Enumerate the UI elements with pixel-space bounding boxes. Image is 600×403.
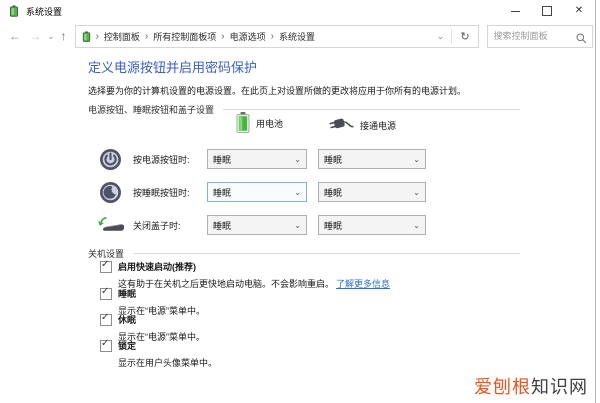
power-button-on-battery-select[interactable]: 睡眠 ⌄ bbox=[207, 149, 307, 169]
close-lid-on-battery-select[interactable]: 睡眠 ⌄ bbox=[207, 215, 307, 235]
battery-icon bbox=[236, 112, 250, 135]
breadcrumb-separator-icon: › bbox=[144, 30, 149, 42]
up-button[interactable]: ↑ bbox=[57, 30, 71, 42]
row-power-button: 按电源按钮时: 睡眠 ⌄ 睡眠 ⌄ bbox=[88, 146, 520, 172]
checkmark-icon: ✓ bbox=[101, 259, 110, 270]
refresh-icon[interactable]: ↻ bbox=[452, 30, 477, 43]
section-rule bbox=[223, 109, 520, 110]
column-header-on-battery: 用电池 bbox=[236, 112, 283, 135]
hibernate-checkbox[interactable]: ✓ bbox=[100, 312, 112, 326]
breadcrumb-control-panel[interactable]: 控制面板 bbox=[103, 28, 141, 45]
address-bar[interactable]: › 控制面板 › 所有控制面板项 › 电源选项 › 系统设置 ⌄ ↻ bbox=[74, 24, 479, 48]
column-label-plugged-in: 接通电源 bbox=[360, 120, 397, 131]
back-button[interactable]: ← bbox=[5, 30, 25, 42]
window-title: 系统设置 bbox=[26, 6, 63, 17]
column-header-plugged-in: 接通电源 bbox=[328, 116, 396, 134]
lock-checkbox[interactable]: ✓ bbox=[100, 338, 112, 352]
chevron-down-icon: ⌄ bbox=[413, 154, 420, 164]
system-settings-window: 系统设置 ✕ ← → ⌄ ↑ › 控制面板 › 所有控制面板项 › 电源选项 ›… bbox=[0, 0, 596, 403]
row-label-sleep-button: 按睡眠按钮时: bbox=[133, 187, 190, 198]
plug-icon bbox=[328, 116, 354, 134]
history-dropdown-icon[interactable]: ⌄ bbox=[45, 31, 57, 41]
checkmark-icon: ✓ bbox=[101, 286, 110, 297]
breadcrumb-separator-icon: › bbox=[270, 30, 274, 42]
power-button-icon bbox=[88, 148, 133, 171]
breadcrumb-app-icon bbox=[81, 30, 92, 42]
breadcrumb: › 控制面板 › 所有控制面板项 › 电源选项 › 系统设置 bbox=[92, 28, 430, 45]
checkbox-item-fast-startup: ✓ 启用快速启动(推荐) 这有助于在关机之后更快地启动电脑。不会影响重启。 了解更… bbox=[100, 259, 390, 290]
search-icon[interactable] bbox=[575, 31, 587, 49]
sleep-button-on-battery-select[interactable]: 睡眠 ⌄ bbox=[207, 182, 307, 202]
lock-description: 显示在用户头像菜单中。 bbox=[118, 358, 218, 368]
page-title: 定义电源按钮并启用密码保护 bbox=[88, 60, 258, 75]
fast-startup-checkbox[interactable]: ✓ bbox=[100, 259, 112, 273]
watermark-rest: 知识网 bbox=[531, 377, 588, 397]
checkmark-icon: ✓ bbox=[101, 338, 110, 349]
chevron-down-icon: ⌄ bbox=[294, 154, 301, 164]
watermark-highlight: 爱刨根 bbox=[474, 377, 531, 397]
site-watermark: 爱刨根知识网 bbox=[474, 373, 588, 399]
minimize-button[interactable] bbox=[499, 0, 531, 22]
navigation-bar: ← → ⌄ ↑ › 控制面板 › 所有控制面板项 › 电源选项 › 系统设置 ⌄… bbox=[0, 22, 595, 50]
fast-startup-label[interactable]: 启用快速启动(推荐) bbox=[118, 260, 390, 273]
power-button-plugged-in-select[interactable]: 睡眠 ⌄ bbox=[318, 149, 426, 169]
checkmark-icon: ✓ bbox=[101, 312, 110, 323]
chevron-down-icon: ⌄ bbox=[413, 220, 420, 230]
row-sleep-button: 按睡眠按钮时: 睡眠 ⌄ 睡眠 ⌄ bbox=[88, 179, 520, 205]
search-input[interactable] bbox=[487, 26, 574, 45]
lock-label[interactable]: 锁定 bbox=[118, 339, 217, 352]
minimize-icon bbox=[510, 10, 520, 12]
title-bar: 系统设置 ✕ bbox=[0, 0, 595, 22]
section-shutdown-settings: 关机设置 bbox=[88, 247, 520, 260]
close-lid-plugged-in-select[interactable]: 睡眠 ⌄ bbox=[318, 215, 426, 235]
column-label-on-battery: 用电池 bbox=[256, 119, 284, 129]
checkbox-item-lock: ✓ 锁定 显示在用户头像菜单中。 bbox=[100, 338, 218, 369]
sleep-button-plugged-in-select[interactable]: 睡眠 ⌄ bbox=[318, 182, 426, 202]
selected-value: 睡眠 bbox=[213, 154, 232, 165]
selected-value: 睡眠 bbox=[324, 220, 343, 231]
breadcrumb-separator-icon: › bbox=[221, 30, 225, 42]
section-buttons-and-lid-label: 电源按钮、睡眠按钮和盖子设置 bbox=[88, 105, 215, 115]
sleep-label[interactable]: 睡眠 bbox=[118, 287, 205, 300]
row-close-lid: 关闭盖子时: 睡眠 ⌄ 睡眠 ⌄ bbox=[88, 212, 520, 238]
laptop-lid-icon bbox=[88, 215, 133, 236]
power-options-app-icon bbox=[8, 5, 20, 17]
maximize-button[interactable] bbox=[531, 0, 563, 22]
address-dropdown-icon[interactable]: ⌄ bbox=[430, 31, 452, 42]
close-button[interactable]: ✕ bbox=[563, 0, 595, 22]
chevron-down-icon: ⌄ bbox=[294, 187, 301, 197]
breadcrumb-system-settings[interactable]: 系统设置 bbox=[278, 28, 316, 45]
sleep-button-icon bbox=[88, 181, 133, 204]
selected-value: 睡眠 bbox=[324, 187, 343, 198]
section-buttons-and-lid: 电源按钮、睡眠按钮和盖子设置 bbox=[88, 103, 520, 116]
chevron-down-icon: ⌄ bbox=[294, 220, 301, 230]
learn-more-link[interactable]: 了解更多信息 bbox=[336, 279, 390, 289]
selected-value: 睡眠 bbox=[213, 220, 232, 231]
search-box[interactable] bbox=[486, 24, 593, 49]
close-icon: ✕ bbox=[574, 5, 584, 16]
sleep-checkbox[interactable]: ✓ bbox=[100, 286, 112, 300]
forward-button[interactable]: → bbox=[25, 30, 45, 42]
breadcrumb-power-options[interactable]: 电源选项 bbox=[229, 28, 267, 45]
section-rule bbox=[133, 253, 520, 254]
maximize-icon bbox=[542, 6, 552, 16]
page-content: 定义电源按钮并启用密码保护 选择要为你的计算机设置的电源设置。在此页上对设置所做… bbox=[0, 50, 595, 403]
hibernate-label[interactable]: 休眠 bbox=[118, 313, 205, 326]
selected-value: 睡眠 bbox=[324, 154, 343, 165]
breadcrumb-separator-icon: › bbox=[95, 30, 99, 42]
row-label-close-lid: 关闭盖子时: bbox=[133, 220, 181, 231]
breadcrumb-all-items[interactable]: 所有控制面板项 bbox=[152, 28, 217, 45]
page-description: 选择要为你的计算机设置的电源设置。在此页上对设置所做的更改将应用于你所有的电源计… bbox=[88, 86, 467, 96]
selected-value: 睡眠 bbox=[213, 187, 232, 198]
row-label-power-button: 按电源按钮时: bbox=[133, 154, 190, 165]
chevron-down-icon: ⌄ bbox=[413, 187, 420, 197]
